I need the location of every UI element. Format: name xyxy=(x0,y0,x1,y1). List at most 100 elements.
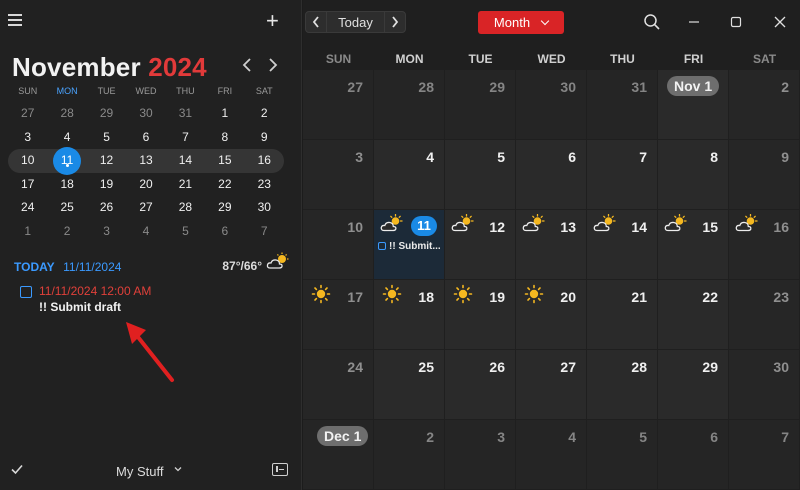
day-cell[interactable]: 7 xyxy=(587,140,657,209)
mini-calendar-day[interactable]: 14 xyxy=(166,149,205,172)
day-cell[interactable]: Dec 1 xyxy=(303,420,373,489)
mini-calendar-day[interactable]: 3 xyxy=(87,220,126,243)
close-icon[interactable] xyxy=(770,12,790,32)
calendar-set-selector[interactable]: My Stuff xyxy=(116,464,163,479)
mini-calendar-day[interactable]: 22 xyxy=(205,173,244,196)
day-cell[interactable]: 31 xyxy=(587,70,657,139)
day-cell[interactable]: 27 xyxy=(303,70,373,139)
day-cell[interactable]: 30 xyxy=(729,350,799,419)
day-cell[interactable]: Nov 1 xyxy=(658,70,728,139)
mini-calendar-day[interactable]: 17 xyxy=(8,173,47,196)
mini-calendar-day[interactable]: 3 xyxy=(8,126,47,149)
mini-calendar-day[interactable]: 28 xyxy=(166,196,205,219)
mini-calendar-day[interactable]: 25 xyxy=(47,196,86,219)
next-button[interactable] xyxy=(384,11,406,33)
day-cell[interactable]: 3 xyxy=(445,420,515,489)
mini-calendar-day[interactable]: 8 xyxy=(205,126,244,149)
event-checkbox[interactable] xyxy=(20,286,32,298)
day-cell[interactable]: 23 xyxy=(729,280,799,349)
calendar-event[interactable]: !! Submit... xyxy=(378,241,442,252)
hamburger-menu-icon[interactable] xyxy=(8,14,22,26)
day-cell[interactable]: 6 xyxy=(658,420,728,489)
mini-calendar-day[interactable]: 2 xyxy=(245,102,284,125)
day-cell[interactable]: 7 xyxy=(729,420,799,489)
mini-calendar-day[interactable]: 7 xyxy=(166,126,205,149)
day-cell[interactable]: 8 xyxy=(658,140,728,209)
day-cell[interactable]: 4 xyxy=(374,140,444,209)
maximize-icon[interactable] xyxy=(726,12,746,32)
add-event-button[interactable]: + xyxy=(266,10,279,32)
day-cell[interactable]: 11 !! Submit... xyxy=(374,210,444,279)
day-cell[interactable]: 30 xyxy=(516,70,586,139)
day-cell[interactable]: 19 xyxy=(445,280,515,349)
mini-calendar-day[interactable]: 18 xyxy=(47,173,86,196)
mini-calendar-day[interactable]: 7 xyxy=(245,220,284,243)
mini-calendar-day[interactable]: 24 xyxy=(8,196,47,219)
mini-calendar-day[interactable]: 20 xyxy=(126,173,165,196)
mini-calendar-day[interactable]: 21 xyxy=(166,173,205,196)
day-cell[interactable]: 4 xyxy=(516,420,586,489)
day-cell[interactable]: 5 xyxy=(445,140,515,209)
day-cell[interactable]: 20 xyxy=(516,280,586,349)
minimize-icon[interactable] xyxy=(684,12,704,32)
day-cell[interactable]: 2 xyxy=(729,70,799,139)
mini-calendar-day[interactable]: 26 xyxy=(87,196,126,219)
mini-calendar-day[interactable]: 12 xyxy=(87,149,126,172)
day-cell[interactable]: 15 xyxy=(658,210,728,279)
day-cell[interactable]: 28 xyxy=(374,70,444,139)
search-icon[interactable] xyxy=(642,12,662,32)
mini-calendar-day[interactable]: 13 xyxy=(126,149,165,172)
mini-calendar-day[interactable]: 5 xyxy=(166,220,205,243)
mini-calendar-day[interactable]: 30 xyxy=(126,102,165,125)
day-cell[interactable]: 24 xyxy=(303,350,373,419)
day-cell[interactable]: 14 xyxy=(587,210,657,279)
day-cell[interactable]: 28 xyxy=(587,350,657,419)
mini-calendar-day[interactable]: 19 xyxy=(87,173,126,196)
mini-calendar-day[interactable]: 15 xyxy=(205,149,244,172)
mini-calendar-day[interactable]: 1 xyxy=(8,220,47,243)
mini-calendar-day[interactable]: 27 xyxy=(8,102,47,125)
day-cell[interactable]: 13 xyxy=(516,210,586,279)
mini-calendar-day[interactable]: 6 xyxy=(126,126,165,149)
today-button[interactable]: Today xyxy=(327,11,384,33)
mini-calendar-day[interactable]: 30 xyxy=(245,196,284,219)
day-cell[interactable]: 2 xyxy=(374,420,444,489)
day-cell[interactable]: 9 xyxy=(729,140,799,209)
day-cell[interactable]: 5 xyxy=(587,420,657,489)
mini-calendar-day[interactable]: 29 xyxy=(87,102,126,125)
view-selector-button[interactable]: Month xyxy=(478,11,564,34)
mini-calendar-day[interactable]: 27 xyxy=(126,196,165,219)
mini-prev-month-button[interactable] xyxy=(242,58,252,77)
day-cell[interactable]: 22 xyxy=(658,280,728,349)
mini-calendar-day[interactable]: 11 xyxy=(47,147,86,176)
mini-calendar-day[interactable]: 4 xyxy=(126,220,165,243)
day-cell[interactable]: 27 xyxy=(516,350,586,419)
day-cell[interactable]: 3 xyxy=(303,140,373,209)
day-cell[interactable]: 21 xyxy=(587,280,657,349)
mini-calendar-day[interactable]: 28 xyxy=(47,102,86,125)
mini-calendar-day[interactable]: 31 xyxy=(166,102,205,125)
mini-next-month-button[interactable] xyxy=(268,58,278,77)
mini-calendar-day[interactable]: 29 xyxy=(205,196,244,219)
day-cell[interactable]: 29 xyxy=(658,350,728,419)
mini-calendar-day[interactable]: 6 xyxy=(205,220,244,243)
day-cell[interactable]: 29 xyxy=(445,70,515,139)
mini-calendar-day[interactable]: 10 xyxy=(8,149,47,172)
mini-calendar-day[interactable]: 23 xyxy=(245,173,284,196)
day-cell[interactable]: 25 xyxy=(374,350,444,419)
mini-calendar-day[interactable]: 16 xyxy=(245,149,284,172)
mini-calendar-day[interactable]: 2 xyxy=(47,220,86,243)
mini-calendar-day[interactable]: 5 xyxy=(87,126,126,149)
day-cell[interactable]: 26 xyxy=(445,350,515,419)
day-cell[interactable]: 6 xyxy=(516,140,586,209)
day-cell[interactable]: 16 xyxy=(729,210,799,279)
checkmark-icon[interactable] xyxy=(10,462,24,476)
collapse-panel-icon[interactable] xyxy=(272,463,288,476)
day-cell[interactable]: 17 xyxy=(303,280,373,349)
day-cell[interactable]: 12 xyxy=(445,210,515,279)
chevron-down-icon[interactable] xyxy=(174,465,182,473)
day-cell[interactable]: 18 xyxy=(374,280,444,349)
day-cell[interactable]: 10 xyxy=(303,210,373,279)
mini-calendar-day[interactable]: 9 xyxy=(245,126,284,149)
mini-calendar-day[interactable]: 1 xyxy=(205,102,244,125)
